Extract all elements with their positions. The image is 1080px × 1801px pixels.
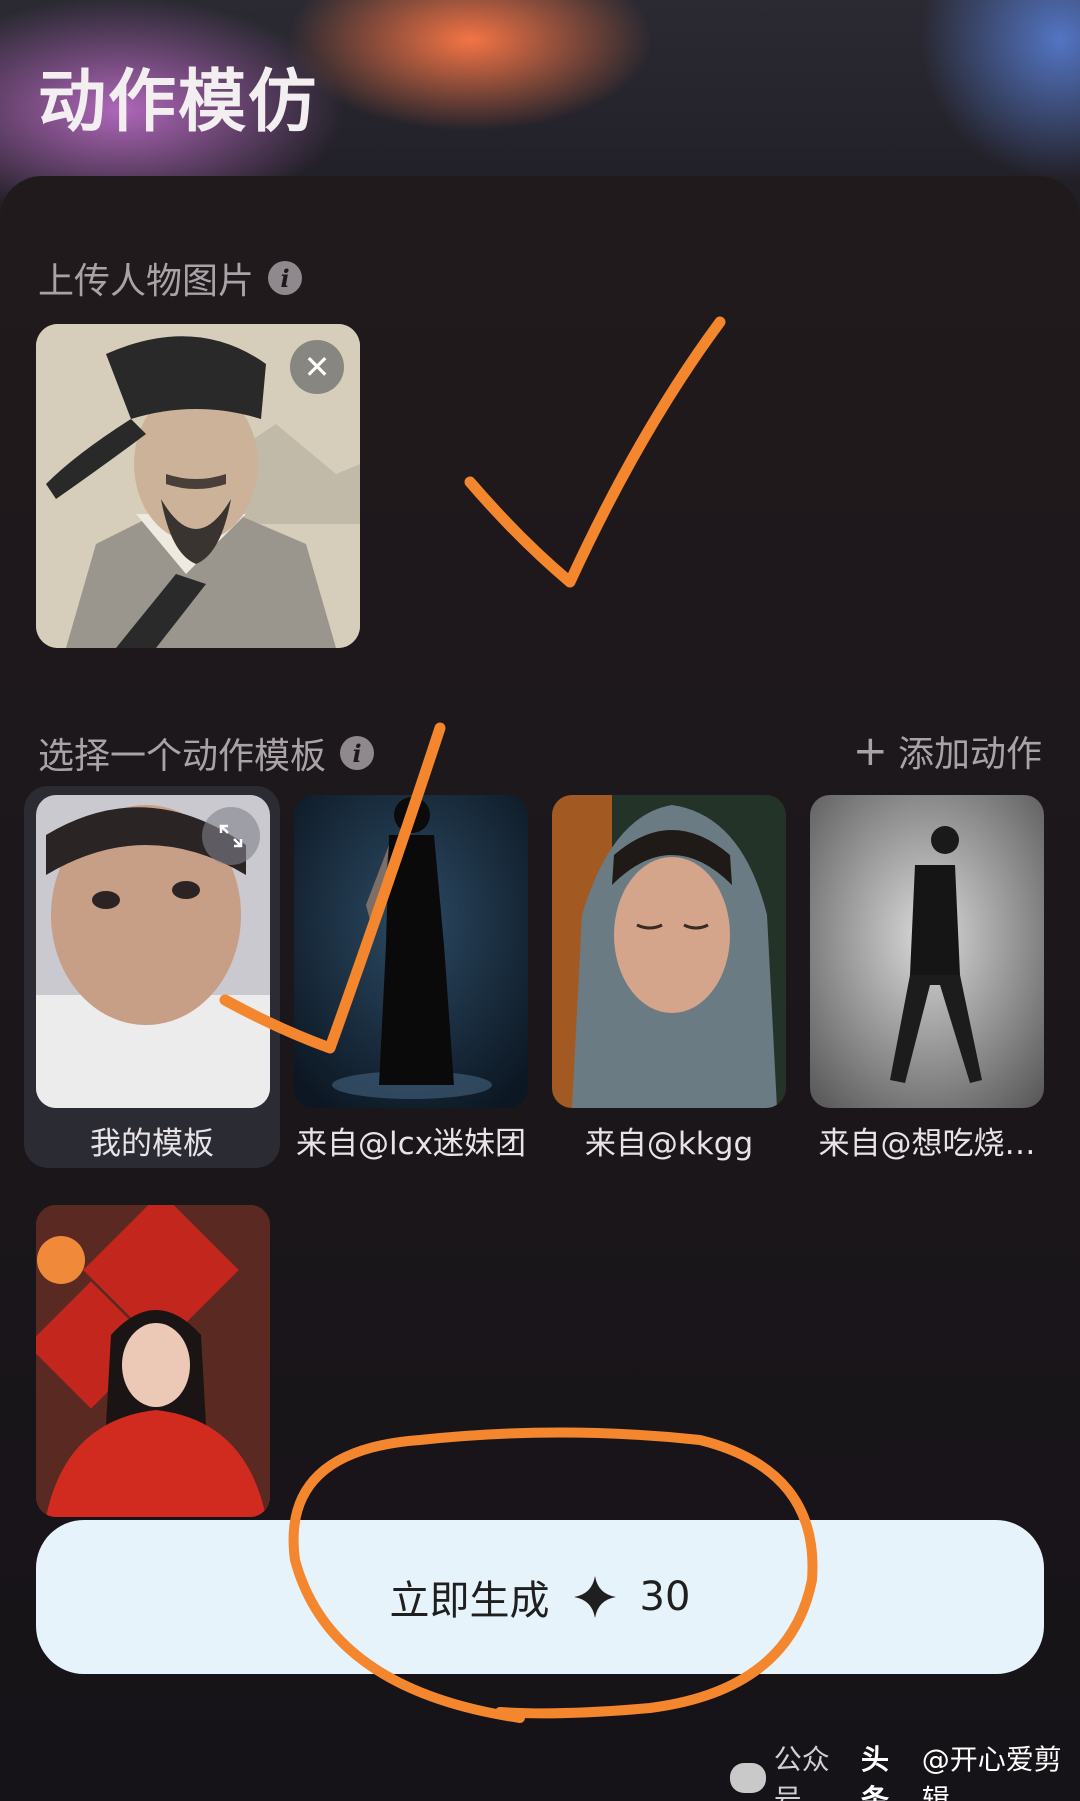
- template-card-fu[interactable]: [36, 1205, 270, 1517]
- watermark: 公众号 头条 @开心爱剪辑: [730, 1738, 1080, 1801]
- wechat-icon: [730, 1763, 766, 1793]
- expand-icon: [219, 824, 243, 848]
- watermark-site: 头条: [860, 1743, 889, 1801]
- uploaded-person-image[interactable]: ✕: [36, 324, 360, 648]
- upload-label-text: 上传人物图片: [38, 261, 255, 302]
- template-thumbnail: [810, 795, 1044, 1108]
- template-caption: 来自@kkgg: [584, 1126, 754, 1162]
- add-action-label: 添加动作: [897, 734, 1042, 775]
- template-thumbnail: [294, 795, 528, 1108]
- generate-label: 立即生成: [389, 1578, 550, 1624]
- generate-cost: 30: [639, 1574, 691, 1620]
- watermark-author: @开心爱剪辑: [921, 1743, 1062, 1801]
- template-label-text: 选择一个动作模板: [38, 736, 327, 777]
- template-card-my-template[interactable]: [36, 795, 270, 1108]
- template-thumbnail: [36, 1205, 270, 1517]
- template-card-kkgg[interactable]: [552, 795, 786, 1108]
- close-icon: ✕: [303, 348, 331, 386]
- sparkle-icon: [573, 1576, 616, 1618]
- template-caption: 我的模板: [90, 1126, 214, 1162]
- remove-image-button[interactable]: ✕: [290, 340, 344, 394]
- add-action-button[interactable]: + 添加动作: [853, 725, 1042, 777]
- upload-section-label: 上传人物图片 i: [38, 252, 303, 304]
- info-icon[interactable]: i: [340, 736, 375, 770]
- template-card-lcx[interactable]: [294, 795, 528, 1108]
- template-card-xiangchi[interactable]: [810, 795, 1044, 1108]
- template-caption: 来自@lcx迷妹团: [295, 1126, 526, 1162]
- plus-icon: +: [852, 726, 888, 775]
- template-thumbnail: [552, 795, 786, 1108]
- generate-now-button[interactable]: 立即生成 30: [36, 1520, 1044, 1674]
- page-title: 动作模仿: [38, 63, 319, 142]
- watermark-prefix: 公众号: [773, 1743, 830, 1801]
- template-caption: 来自@想吃烧…: [818, 1126, 1036, 1162]
- expand-preview-button[interactable]: [202, 807, 260, 865]
- info-icon[interactable]: i: [268, 261, 303, 295]
- template-section-label: 选择一个动作模板 i: [38, 727, 375, 779]
